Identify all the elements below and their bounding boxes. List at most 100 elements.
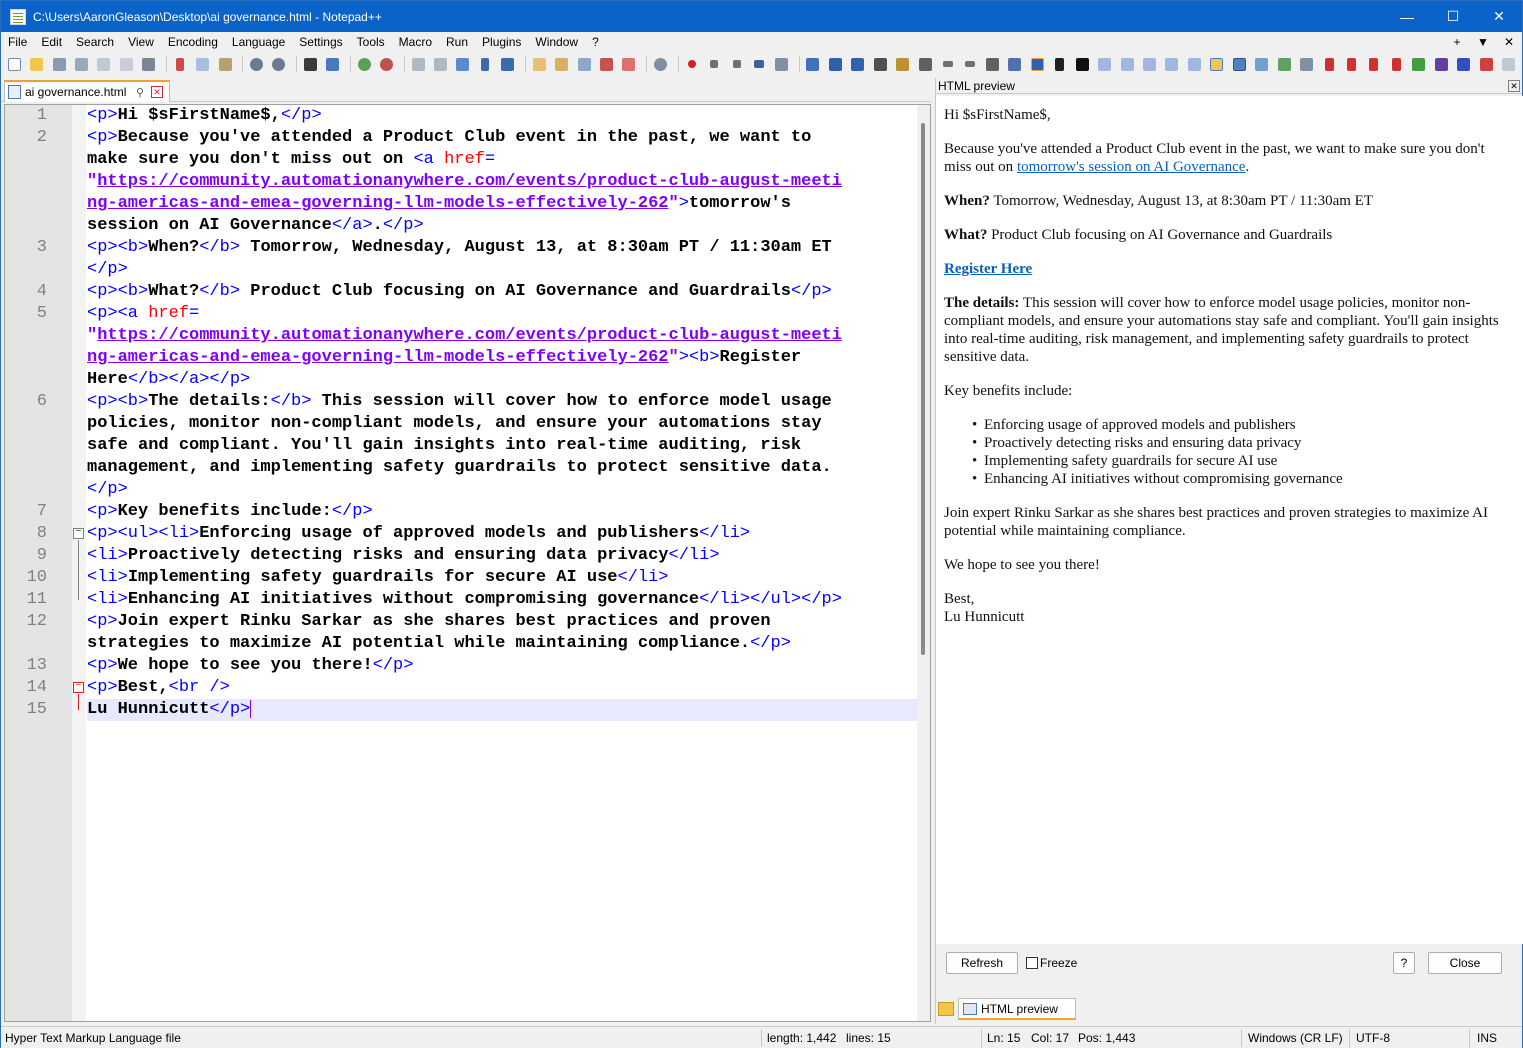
help-button[interactable]: ? <box>1393 952 1415 974</box>
code-area[interactable]: 1 <p>Hi $sFirstName$,</p> 2 <p>Because you… <box>27 105 917 1021</box>
plugin-s-icon[interactable] <box>1432 55 1450 73</box>
checkbox-box[interactable] <box>1026 957 1038 969</box>
zoom-in-icon[interactable] <box>355 55 373 73</box>
monitoring-icon[interactable] <box>651 55 669 73</box>
menu-search[interactable]: Search <box>69 35 121 49</box>
close-all-icon[interactable] <box>117 55 135 73</box>
stop-macro-icon[interactable] <box>705 55 723 73</box>
menu-window[interactable]: Window <box>528 35 585 49</box>
menu-plugins[interactable]: Plugins <box>475 35 528 49</box>
word-wrap-icon[interactable] <box>454 55 472 73</box>
html-preview-toggle-icon[interactable] <box>1208 55 1226 73</box>
plugin-m-icon[interactable] <box>1140 55 1158 73</box>
undo-icon[interactable] <box>247 55 265 73</box>
plugin-g-icon[interactable] <box>983 55 1001 73</box>
open-file-icon[interactable] <box>27 55 45 73</box>
freeze-checkbox[interactable]: Freeze <box>1026 956 1077 970</box>
editor-vertical-scrollbar[interactable] <box>917 105 930 1021</box>
menu-run[interactable]: Run <box>439 35 475 49</box>
fold-minus-icon[interactable]: − <box>73 682 84 693</box>
plugin-c-icon[interactable] <box>849 55 867 73</box>
plugin-q-icon[interactable] <box>1297 55 1315 73</box>
maximize-button[interactable]: ☐ <box>1430 1 1476 32</box>
italic-h-icon[interactable] <box>1051 55 1069 73</box>
check-icon[interactable] <box>1275 55 1293 73</box>
menu-help[interactable]: ? <box>585 35 606 49</box>
play-macro-icon[interactable] <box>727 55 745 73</box>
show-all-chars-icon[interactable] <box>476 55 494 73</box>
plugin-k-icon[interactable] <box>1095 55 1113 73</box>
fold-minus-icon[interactable]: − <box>73 528 84 539</box>
pin-icon[interactable]: ⚲ <box>133 86 147 99</box>
last-bookmark-icon[interactable] <box>1387 55 1405 73</box>
redo-icon[interactable] <box>270 55 288 73</box>
first-bookmark-icon[interactable] <box>1320 55 1338 73</box>
record-macro-icon[interactable] <box>683 55 701 73</box>
udl-icon[interactable] <box>530 55 548 73</box>
print-icon[interactable] <box>140 55 158 73</box>
menu-tools[interactable]: Tools <box>350 35 392 49</box>
panel-close-icon[interactable]: ✕ <box>1508 79 1520 92</box>
cut-icon[interactable] <box>171 55 189 73</box>
refresh-button[interactable]: Refresh <box>946 952 1018 974</box>
session-link[interactable]: tomorrow's session on AI Governance <box>1017 159 1246 175</box>
run-macro-multiple-icon[interactable] <box>750 55 768 73</box>
menu-encoding[interactable]: Encoding <box>161 35 225 49</box>
copy-icon[interactable] <box>193 55 211 73</box>
sync-horizontal-icon[interactable] <box>431 55 449 73</box>
zoom-out-icon[interactable] <box>377 55 395 73</box>
close-window-button[interactable]: ✕ <box>1476 1 1522 32</box>
menu-macro[interactable]: Macro <box>392 35 439 49</box>
plugin-v-icon[interactable] <box>1499 55 1517 73</box>
tab-ai-governance[interactable]: ai governance.html ⚲ ✕ <box>4 80 170 102</box>
next-bookmark-icon[interactable] <box>1365 55 1383 73</box>
down-arrow-icon[interactable] <box>961 55 979 73</box>
plugin-r-icon[interactable] <box>1410 55 1428 73</box>
find-icon[interactable] <box>301 55 319 73</box>
up-arrow-icon[interactable] <box>938 55 956 73</box>
close-file-icon[interactable] <box>95 55 113 73</box>
plugin-b-icon[interactable] <box>826 55 844 73</box>
doc-list-icon[interactable] <box>575 55 593 73</box>
plugin-p-icon[interactable] <box>1252 55 1270 73</box>
register-link[interactable]: Register Here <box>944 261 1032 277</box>
plugin-o-icon[interactable] <box>1185 55 1203 73</box>
save-all-icon[interactable] <box>72 55 90 73</box>
plugin-n-icon[interactable] <box>1163 55 1181 73</box>
menu-settings[interactable]: Settings <box>292 35 349 49</box>
sync-vertical-icon[interactable] <box>409 55 427 73</box>
plugin-f-icon[interactable] <box>916 55 934 73</box>
plugin-l-icon[interactable] <box>1118 55 1136 73</box>
scrollbar-thumb[interactable] <box>921 123 925 655</box>
plugin-u-icon[interactable] <box>1477 55 1495 73</box>
html-tag-icon[interactable] <box>1230 55 1248 73</box>
save-icon[interactable] <box>50 55 68 73</box>
plugin-h-icon[interactable] <box>1006 55 1024 73</box>
replace-icon[interactable] <box>324 55 342 73</box>
close-doc-button[interactable]: ✕ <box>1496 35 1522 49</box>
paste-icon[interactable] <box>216 55 234 73</box>
html-preview-tab[interactable]: HTML preview <box>958 998 1076 1020</box>
tab-close-icon[interactable]: ✕ <box>151 86 163 98</box>
folder-icon[interactable] <box>938 1002 954 1016</box>
menu-file[interactable]: File <box>1 35 34 49</box>
indent-guide-icon[interactable] <box>499 55 517 73</box>
new-tab-button[interactable]: + <box>1444 35 1470 49</box>
save-macro-icon[interactable] <box>772 55 790 73</box>
menu-edit[interactable]: Edit <box>34 35 69 49</box>
close-preview-button[interactable]: Close <box>1428 952 1502 974</box>
plugin-t-icon[interactable] <box>1454 55 1472 73</box>
plugin-j-icon[interactable] <box>1073 55 1091 73</box>
doc-map-icon[interactable] <box>552 55 570 73</box>
menu-view[interactable]: View <box>121 35 161 49</box>
plugin-d-icon[interactable] <box>871 55 889 73</box>
plugin-e-icon[interactable] <box>893 55 911 73</box>
tab-list-button[interactable]: ▼ <box>1470 35 1496 49</box>
function-list-icon[interactable] <box>597 55 615 73</box>
plugin-i-icon[interactable] <box>1028 55 1046 73</box>
folder-workspace-icon[interactable] <box>620 55 638 73</box>
minimize-button[interactable]: — <box>1384 1 1430 32</box>
plugin-a-icon[interactable] <box>804 55 822 73</box>
new-file-icon[interactable] <box>5 55 23 73</box>
code-editor[interactable]: 1 <p>Hi $sFirstName$,</p> 2 <p>Because you… <box>4 104 931 1022</box>
